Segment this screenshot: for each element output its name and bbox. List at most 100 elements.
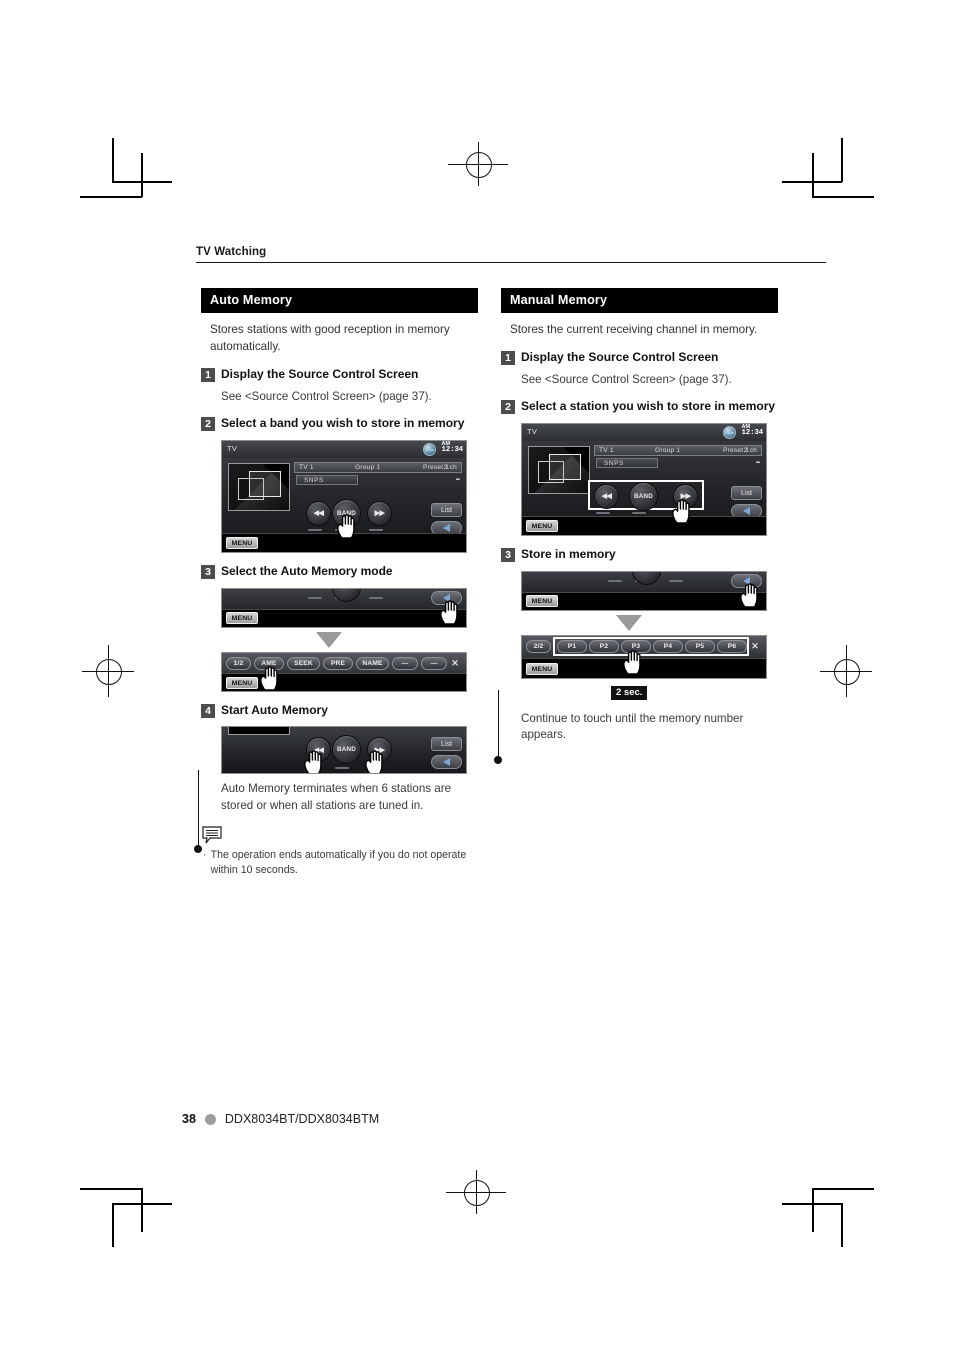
crop-mark-bl-v bbox=[141, 1188, 143, 1232]
registration-mark-top bbox=[448, 142, 508, 186]
crop-mark-tl-v2 bbox=[112, 138, 114, 182]
auto-memory-caption: Auto Memory terminates when 6 stations a… bbox=[221, 782, 452, 813]
registration-mark-left bbox=[82, 645, 134, 697]
step-label: Start Auto Memory bbox=[221, 702, 328, 717]
crop-mark-br-v bbox=[812, 1188, 814, 1232]
info-group: Group 1 bbox=[655, 446, 681, 454]
column-rule-dot-right bbox=[494, 756, 502, 764]
device-screen-function-row: 1/2 AME SEEK PRE NAME — — ✕ MENU bbox=[221, 651, 467, 692]
list-button[interactable]: List bbox=[431, 737, 462, 752]
preset-button-p4[interactable]: P4 bbox=[653, 639, 683, 653]
device-screen-start-auto-memory: ◀◀ BAND ▶▶ List bbox=[221, 726, 467, 775]
touch-hand-icon bbox=[363, 749, 387, 774]
manual-memory-caption: Continue to touch until the memory numbe… bbox=[521, 711, 744, 742]
device-screen-band-select: TV AM 12:34 TV 1 Group 1 Preset 1 2 ch S… bbox=[221, 439, 467, 553]
footer-page-number: 38 bbox=[182, 1112, 196, 1126]
crop-mark-br-v2 bbox=[841, 1203, 843, 1247]
preset-button-p2[interactable]: P2 bbox=[589, 639, 619, 653]
info-tuner: TV 1 bbox=[299, 463, 314, 471]
fn-button-blank-1[interactable]: — bbox=[392, 656, 418, 670]
step-3: 3 Store in memory bbox=[501, 547, 778, 563]
band-button[interactable] bbox=[632, 571, 661, 585]
step-2: 2 Select a station you wish to store in … bbox=[501, 399, 778, 415]
back-button[interactable] bbox=[431, 755, 462, 770]
station-name: SNPS bbox=[304, 476, 324, 484]
clock: AM 12:34 bbox=[441, 441, 463, 455]
back-arrow-icon bbox=[743, 506, 750, 515]
list-button[interactable]: List bbox=[731, 485, 762, 500]
touch-hand-icon bbox=[670, 498, 694, 524]
video-thumbnail bbox=[528, 445, 590, 494]
touch-hand-icon bbox=[302, 749, 326, 774]
header-rule bbox=[196, 262, 826, 263]
preset-page-button[interactable]: 2/2 bbox=[526, 639, 551, 653]
clock-time: 12:34 bbox=[741, 429, 763, 438]
band-label: BAND bbox=[634, 492, 653, 500]
band-button[interactable]: BAND bbox=[629, 481, 658, 511]
next-icon: ▶▶ bbox=[374, 510, 385, 518]
flow-arrow-down-icon bbox=[616, 614, 642, 631]
step-4: 4 Start Auto Memory bbox=[201, 703, 478, 719]
step-1-detail: See <Source Control Screen> (page 37). bbox=[221, 389, 432, 403]
preset-button-p1[interactable]: P1 bbox=[557, 639, 587, 653]
crop-mark-tr-v2 bbox=[841, 138, 843, 182]
step-number: 2 bbox=[201, 416, 215, 431]
info-tuner: TV 1 bbox=[599, 446, 614, 454]
note-text: The operation ends automatically if you … bbox=[210, 849, 467, 877]
back-arrow-icon bbox=[443, 758, 450, 767]
station-name-chip: SNPS bbox=[596, 457, 658, 468]
station-name: SNPS bbox=[604, 459, 624, 467]
menu-button[interactable]: MENU bbox=[526, 662, 558, 675]
preset-button-p5[interactable]: P5 bbox=[685, 639, 715, 653]
prev-track-button[interactable]: ◀◀ bbox=[306, 500, 331, 526]
info-group: Group 1 bbox=[355, 463, 381, 471]
registration-mark-right bbox=[820, 645, 872, 697]
globe-icon bbox=[423, 442, 436, 456]
source-label: TV bbox=[227, 443, 238, 453]
close-icon[interactable]: ✕ bbox=[748, 640, 762, 653]
fn-button-name[interactable]: NAME bbox=[356, 656, 389, 670]
fn-button-page[interactable]: 1/2 bbox=[226, 656, 251, 670]
menu-button[interactable]: MENU bbox=[526, 519, 558, 532]
flow-arrow-down-icon bbox=[316, 631, 342, 648]
footer-dot-icon bbox=[204, 1113, 216, 1125]
device-screen-station-select: TV AM 12:34 TV 1 Group 1 Preset 1 2 ch S… bbox=[521, 422, 767, 536]
globe-icon bbox=[723, 425, 736, 439]
fn-button-seek[interactable]: SEEK bbox=[287, 656, 320, 670]
step-1: 1 Display the Source Control Screen bbox=[501, 350, 778, 366]
manual-memory-section: Manual Memory Stores the current receivi… bbox=[501, 288, 778, 744]
screen-bottom-bar bbox=[222, 608, 466, 627]
video-thumbnail bbox=[228, 462, 290, 511]
fn-button-blank-2[interactable]: — bbox=[421, 656, 447, 670]
menu-button[interactable]: MENU bbox=[226, 536, 258, 549]
preset-button-p6[interactable]: P6 bbox=[717, 639, 747, 653]
auto-memory-section: Auto Memory Stores stations with good re… bbox=[201, 288, 478, 878]
crop-mark-tl-h bbox=[80, 196, 142, 198]
menu-button[interactable]: MENU bbox=[226, 676, 258, 689]
note-item: · The operation ends automatically if yo… bbox=[201, 848, 478, 878]
menu-button[interactable]: MENU bbox=[526, 594, 558, 607]
menu-button[interactable]: MENU bbox=[226, 611, 258, 624]
step-1-detail: See <Source Control Screen> (page 37). bbox=[521, 372, 732, 386]
list-button[interactable]: List bbox=[431, 502, 462, 517]
signal-dots-icon: ▪▪▪ bbox=[455, 476, 461, 483]
prev-track-button[interactable]: ◀◀ bbox=[594, 483, 619, 509]
hold-duration-badge: 2 sec. bbox=[611, 685, 648, 700]
page-running-header: TV Watching bbox=[196, 246, 826, 263]
touch-hand-icon bbox=[258, 665, 282, 691]
crop-mark-tr-v bbox=[812, 153, 814, 197]
page-footer: 38 DDX8034BT/DDX8034BTM bbox=[182, 1112, 379, 1126]
note-bullet: · bbox=[203, 849, 207, 862]
next-track-button[interactable]: ▶▶ bbox=[367, 500, 392, 526]
touch-hand-icon bbox=[335, 513, 359, 539]
band-button[interactable]: BAND bbox=[332, 735, 361, 765]
fn-button-pre[interactable]: PRE bbox=[323, 656, 353, 670]
back-arrow-icon bbox=[443, 523, 450, 532]
close-icon[interactable]: ✕ bbox=[448, 657, 462, 670]
step-number: 1 bbox=[201, 367, 215, 382]
touch-hand-icon bbox=[621, 649, 645, 675]
video-thumbnail-partial bbox=[228, 727, 290, 736]
step-number: 3 bbox=[501, 547, 515, 562]
column-rule-left bbox=[198, 770, 199, 848]
band-button[interactable] bbox=[332, 588, 361, 602]
